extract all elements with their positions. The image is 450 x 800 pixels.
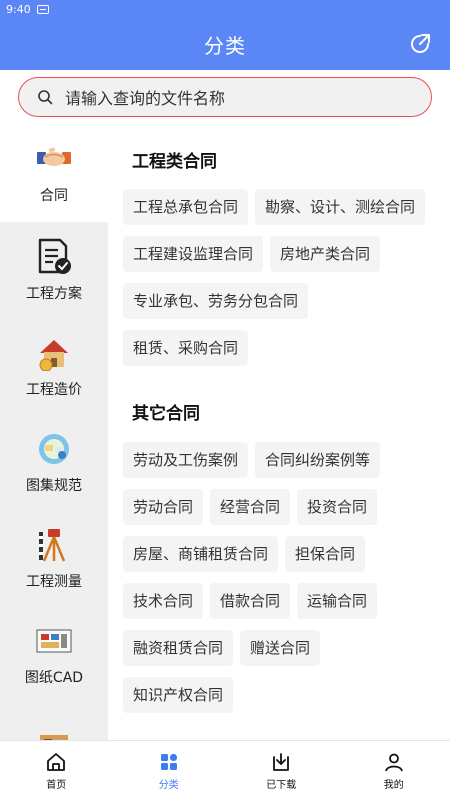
tag-item[interactable]: 赠送合同	[240, 630, 321, 666]
status-bar: 9:40	[0, 0, 450, 18]
section-title: 工程类合同	[132, 152, 217, 172]
tag-item[interactable]: 担保合同	[285, 536, 366, 572]
tag-item[interactable]: 租赁、采购合同	[123, 330, 249, 366]
tag-item[interactable]: 知识产权合同	[123, 677, 234, 713]
tripod-survey-icon	[34, 525, 74, 565]
cad-drawing-icon	[34, 621, 74, 661]
handshake-icon	[34, 139, 74, 179]
tab-downloaded[interactable]: 已下载	[225, 741, 338, 800]
sidebar-item-label: 工程测量	[26, 574, 82, 590]
sidebar-item-more[interactable]	[0, 702, 108, 740]
sidebar-item-cad[interactable]: 图纸CAD	[0, 606, 108, 702]
tab-label: 已下载	[266, 779, 297, 791]
tag-item[interactable]: 运输合同	[297, 583, 378, 619]
tag-item[interactable]: 房屋、商铺租赁合同	[123, 536, 279, 572]
tag-item[interactable]: 经营合同	[210, 489, 291, 525]
tag-item[interactable]: 工程总承包合同	[123, 189, 249, 225]
sidebar-item-label: 工程造价	[26, 382, 82, 398]
sidebar-item-label: 图集规范	[26, 478, 82, 494]
bottom-tab-bar: 首页 分类 已下载 我的	[0, 740, 450, 800]
tools-icon	[34, 727, 74, 740]
document-check-icon	[34, 237, 74, 277]
home-icon	[47, 752, 66, 771]
tab-profile[interactable]: 我的	[338, 741, 450, 800]
search-icon	[38, 90, 53, 105]
tag-item[interactable]: 勘察、设计、测绘合同	[255, 189, 426, 225]
tag-item[interactable]: 劳动及工伤案例	[123, 442, 249, 478]
tag-list: 劳动及工伤案例 合同纠纷案例等 劳动合同 经营合同 投资合同 房屋、商铺租赁合同…	[123, 442, 443, 724]
tag-item[interactable]: 合同纠纷案例等	[255, 442, 381, 478]
sidebar-item-cost[interactable]: 工程造价	[0, 318, 108, 414]
search-input[interactable]: 请输入查询的文件名称	[18, 77, 432, 117]
tag-item[interactable]: 技术合同	[123, 583, 204, 619]
header: 分类	[0, 18, 450, 70]
sidebar-item-label: 图纸CAD	[24, 670, 84, 686]
tag-item[interactable]: 房地产类合同	[270, 236, 381, 272]
share-icon[interactable]	[408, 32, 432, 56]
section-title: 其它合同	[132, 404, 200, 424]
user-icon	[384, 753, 403, 771]
atlas-globe-icon	[34, 429, 74, 469]
category-grid-icon	[160, 753, 177, 770]
status-time: 9:40	[6, 2, 31, 16]
tab-category[interactable]: 分类	[113, 741, 226, 800]
sidebar-item-atlas[interactable]: 图集规范	[0, 414, 108, 510]
download-icon	[273, 752, 290, 771]
house-coin-icon	[34, 333, 74, 373]
sidebar-item-survey[interactable]: 工程测量	[0, 510, 108, 606]
category-sidebar: 合同 工程方案 工程造价 图集规范 工程测量 图纸CAD	[0, 122, 108, 740]
tag-item[interactable]: 融资租赁合同	[123, 630, 234, 666]
tab-label: 分类	[158, 779, 179, 791]
tab-home[interactable]: 首页	[0, 741, 113, 800]
search-area: 请输入查询的文件名称	[0, 70, 450, 122]
tag-list: 工程总承包合同 勘察、设计、测绘合同 工程建设监理合同 房地产类合同 专业承包、…	[123, 189, 443, 377]
tag-item[interactable]: 工程建设监理合同	[123, 236, 264, 272]
tab-label: 我的	[383, 779, 404, 791]
tag-item[interactable]: 专业承包、劳务分包合同	[123, 283, 309, 319]
category-content: 工程类合同 工程总承包合同 勘察、设计、测绘合同 工程建设监理合同 房地产类合同…	[108, 122, 450, 740]
sidebar-item-contract[interactable]: 合同	[0, 122, 108, 222]
page-title: 分类	[204, 33, 246, 58]
tag-item[interactable]: 劳动合同	[123, 489, 204, 525]
sidebar-item-label: 工程方案	[26, 286, 82, 302]
notification-icon	[36, 4, 49, 14]
search-placeholder: 请输入查询的文件名称	[65, 89, 226, 108]
tag-item[interactable]: 借款合同	[210, 583, 291, 619]
tag-item[interactable]: 投资合同	[297, 489, 378, 525]
sidebar-item-label: 合同	[40, 188, 68, 204]
sidebar-item-engineering-plan[interactable]: 工程方案	[0, 222, 108, 318]
tab-label: 首页	[46, 779, 67, 791]
